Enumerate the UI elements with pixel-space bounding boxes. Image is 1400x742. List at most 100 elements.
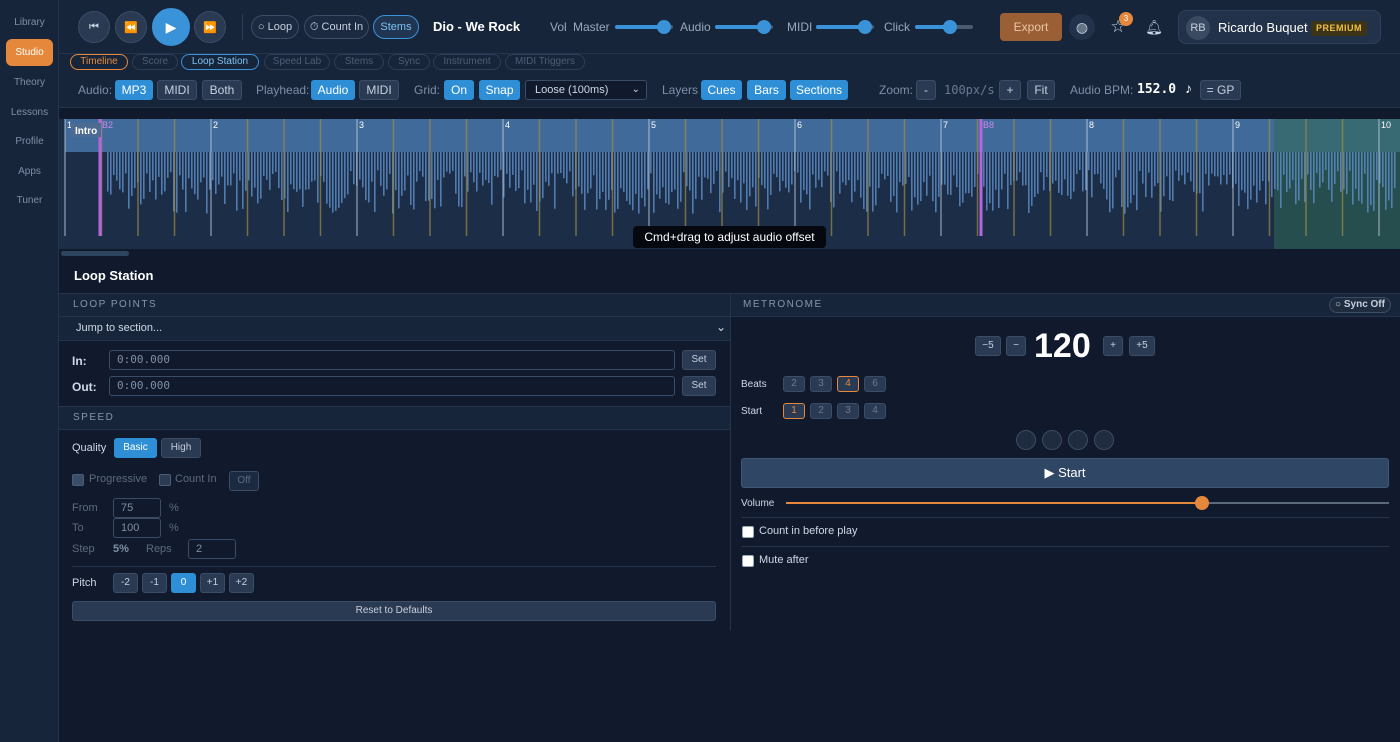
pitch-plus2-button[interactable]: +2 — [229, 573, 254, 593]
audio-volume-slider[interactable] — [715, 20, 773, 34]
grid-on-button[interactable]: On — [444, 80, 474, 100]
beats-4-button[interactable]: 4 — [837, 376, 859, 392]
user-menu[interactable]: RB Ricardo Buquet PREMIUM — [1178, 10, 1381, 44]
from-input[interactable]: 75 — [113, 498, 161, 518]
slider-knob[interactable] — [757, 20, 772, 34]
master-volume-slider[interactable] — [615, 20, 673, 34]
globe-button[interactable]: ◍ — [1069, 14, 1095, 40]
play-button[interactable]: ▶ — [152, 8, 190, 46]
waveform-sample — [1097, 152, 1099, 174]
tab-timeline[interactable]: Timeline — [70, 54, 128, 70]
export-button[interactable]: Export — [1000, 13, 1062, 41]
loop-toggle[interactable]: ○ Loop — [251, 15, 299, 39]
pitch-minus1-button[interactable]: -1 — [142, 573, 167, 593]
layer-sections-button[interactable]: Sections — [790, 80, 848, 100]
zoom-fit-button[interactable]: Fit — [1027, 80, 1055, 100]
fast-forward-button[interactable]: ⏩ — [194, 11, 226, 43]
mute-after-checkbox[interactable] — [742, 555, 754, 567]
playhead-audio-button[interactable]: Audio — [311, 80, 355, 100]
waveform-sample — [404, 152, 406, 191]
waveform-sample — [1205, 152, 1207, 174]
slider-knob[interactable] — [657, 20, 672, 34]
tab-midi-triggers[interactable]: MIDI Triggers — [505, 54, 585, 70]
sync-off-toggle[interactable]: ○ Sync Off — [1329, 297, 1391, 313]
set-out-button[interactable]: Set — [682, 376, 716, 396]
midi-volume-slider[interactable] — [816, 20, 874, 34]
beats-6-button[interactable]: 6 — [864, 376, 886, 392]
beats-2-button[interactable]: 2 — [783, 376, 805, 392]
tab-score[interactable]: Score — [132, 54, 178, 70]
loop-in-input[interactable]: 0:00.000 — [109, 350, 675, 370]
jump-to-section-select[interactable]: Jump to section... ⌄ — [59, 317, 730, 341]
waveform-sample — [1301, 152, 1303, 179]
tab-instrument[interactable]: Instrument — [433, 54, 501, 70]
count-in-toggle[interactable]: ⏱ Count In — [304, 15, 369, 39]
sidebar-item-apps[interactable]: Apps — [6, 158, 53, 185]
metronome-volume-slider[interactable] — [786, 496, 1389, 510]
waveform-sample — [731, 152, 733, 179]
start-beat-2-button[interactable]: 2 — [810, 403, 832, 419]
volume-label: Volume — [741, 498, 775, 509]
snap-button[interactable]: Snap — [479, 80, 520, 100]
tempo-minus5-button[interactable]: −5 — [975, 336, 1001, 356]
beats-3-button[interactable]: 3 — [810, 376, 832, 392]
pitch-zero-button[interactable]: 0 — [171, 573, 196, 593]
waveform-sample — [416, 152, 418, 182]
sidebar-item-lessons[interactable]: Lessons — [6, 99, 53, 126]
zoom-in-button[interactable]: + — [999, 80, 1021, 100]
playhead-midi-button[interactable]: MIDI — [359, 80, 399, 100]
quality-basic-button[interactable]: Basic — [114, 438, 157, 458]
tempo-plus5-button[interactable]: +5 — [1129, 336, 1155, 356]
metronome-start-button[interactable]: ▶ Start — [741, 458, 1389, 488]
waveform-sample — [308, 152, 310, 190]
click-volume-slider[interactable] — [915, 20, 973, 34]
pitch-minus2-button[interactable]: -2 — [113, 573, 138, 593]
tempo-plus1-button[interactable]: + — [1103, 336, 1123, 356]
sidebar-item-tuner[interactable]: Tuner — [6, 187, 53, 214]
audio-both-button[interactable]: Both — [202, 80, 242, 100]
tab-speed-lab[interactable]: Speed Lab — [264, 54, 330, 70]
tempo-minus1-button[interactable]: − — [1006, 336, 1026, 356]
to-input[interactable]: 100 — [113, 518, 161, 538]
slider-knob[interactable] — [858, 20, 873, 34]
waveform-sample — [1079, 152, 1081, 171]
zoom-out-button[interactable]: - — [916, 80, 936, 100]
audio-midi-button[interactable]: MIDI — [157, 80, 197, 100]
progressive-checkbox[interactable] — [72, 474, 84, 486]
start-beat-3-button[interactable]: 3 — [837, 403, 859, 419]
metronome-header: METRONOME — [731, 293, 1400, 317]
sidebar-item-theory[interactable]: Theory — [6, 69, 53, 96]
set-in-button[interactable]: Set — [682, 350, 716, 370]
waveform-sample — [197, 152, 199, 200]
count-in-before-play-checkbox[interactable] — [742, 526, 754, 538]
skip-to-start-button[interactable]: ⏮ — [78, 11, 110, 43]
pitch-plus1-button[interactable]: +1 — [200, 573, 225, 593]
quality-high-button[interactable]: High — [161, 438, 201, 458]
reps-input[interactable]: 2 — [188, 539, 236, 559]
stems-toggle[interactable]: Stems — [373, 15, 419, 39]
gp-sync-button[interactable]: = GP — [1200, 80, 1241, 100]
start-beat-1-button[interactable]: 1 — [783, 403, 805, 419]
notifications-button[interactable]: 🔔︎ — [1141, 14, 1167, 40]
loop-out-input[interactable]: 0:00.000 — [109, 376, 675, 396]
count-in-checkbox[interactable] — [159, 474, 171, 486]
waveform-sample — [1010, 152, 1012, 186]
reset-defaults-button[interactable]: Reset to Defaults — [72, 601, 716, 621]
start-beat-4-button[interactable]: 4 — [864, 403, 886, 419]
layer-bars-button[interactable]: Bars — [747, 80, 786, 100]
slider-knob[interactable] — [1195, 496, 1210, 510]
tab-loop-station[interactable]: Loop Station — [181, 54, 259, 70]
grid-tolerance-select[interactable]: Loose (100ms) ⌄ — [525, 80, 647, 100]
sidebar-item-profile[interactable]: Profile — [6, 128, 53, 155]
tab-stems[interactable]: Stems — [334, 54, 384, 70]
sidebar-item-studio[interactable]: Studio — [6, 39, 53, 66]
layer-cues-button[interactable]: Cues — [701, 80, 742, 100]
rewind-button[interactable]: ⏪ — [115, 11, 147, 43]
slider-knob[interactable] — [942, 20, 957, 34]
sidebar-item-library[interactable]: Library — [6, 9, 53, 36]
waveform-sample — [680, 152, 682, 202]
tab-sync[interactable]: Sync — [388, 54, 430, 70]
audio-mp3-button[interactable]: MP3 — [115, 80, 153, 100]
waveform-sample — [1115, 152, 1117, 178]
count-in-off-button[interactable]: Off — [229, 471, 259, 491]
